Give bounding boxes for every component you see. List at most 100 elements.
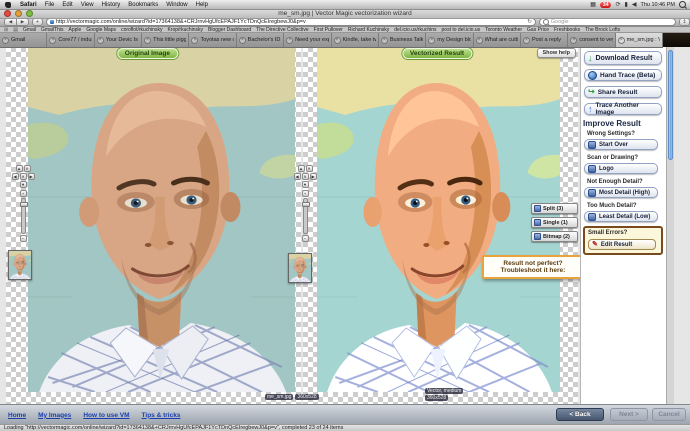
bookmark-gas-price[interactable]: Gas Price — [527, 27, 549, 32]
most-detail-button[interactable]: Most Detail (High) — [584, 187, 658, 198]
reload-icon[interactable]: ↻ — [527, 19, 532, 25]
split-view-button[interactable]: Split (3) — [531, 203, 578, 214]
battery-icon[interactable]: ▮ — [625, 1, 628, 8]
pan-left-button[interactable]: ◀ — [293, 173, 301, 180]
tab-core77-indust[interactable]: ×Core77 / indust... — [47, 33, 95, 47]
pan-down-button[interactable]: ▼ — [301, 181, 309, 188]
footer-link-home[interactable]: Home — [8, 412, 26, 419]
tab-business-talk[interactable]: × Business Talk — [378, 33, 427, 47]
tab-me-sm-jpg-vec[interactable]: ×me_sm.jpg : Vec... — [615, 33, 664, 47]
pan-center-button[interactable]: ✕ — [301, 173, 309, 180]
tab-close-icon[interactable]: × — [570, 36, 578, 44]
tab-gmail[interactable]: × Gmail — [0, 33, 48, 47]
bookmark-toronto-weather[interactable]: Toronto Weather — [485, 27, 522, 32]
mail-badge[interactable]: 34 — [599, 1, 612, 8]
page-action-button[interactable]: ↥ — [679, 17, 690, 27]
pan-right-button[interactable]: ▶ — [27, 173, 35, 180]
show-help-button[interactable]: Show help — [536, 48, 576, 58]
bookmark-del-icio-us-rkuchins[interactable]: del.icio.us/rkuchins — [394, 27, 436, 32]
tab-your-devic-is-it[interactable]: ×Your Devic Is it... — [94, 33, 143, 47]
tab-close-icon[interactable]: × — [380, 36, 388, 44]
bookmark-first-pullover[interactable]: First Pullover — [314, 27, 343, 32]
pan-reset-button[interactable]: ✕ — [305, 165, 313, 172]
sync-icon[interactable]: ⟳ — [615, 1, 620, 8]
forward-button[interactable]: ▶ — [17, 17, 29, 27]
bookmark-gmail[interactable]: Gmail — [23, 27, 36, 32]
menu-item-safari[interactable]: Safari — [16, 2, 41, 8]
menu-item-view[interactable]: View — [77, 2, 98, 8]
tab-close-icon[interactable]: × — [96, 36, 104, 44]
menu-clock[interactable]: Thu 10:46 PM — [640, 2, 675, 8]
footer-link-tips-tricks[interactable]: Tips & tricks — [142, 412, 181, 419]
tab-close-icon[interactable]: × — [144, 36, 152, 44]
zoom-out-button[interactable]: − — [19, 235, 27, 242]
tab-my-design-blog[interactable]: ×my Design blog... — [426, 33, 474, 47]
bookmark-blogger-dashboard[interactable]: Blogger Dashboard — [208, 27, 251, 32]
tab-consent-to-veyta[interactable]: ×consent to veyta... — [568, 33, 616, 47]
bookmark-krop-rkuchinsky[interactable]: Krop/rkuchinsky — [167, 27, 203, 32]
zoom-out-button[interactable]: − — [301, 235, 309, 242]
vectorized-image[interactable] — [317, 47, 560, 392]
single-view-button[interactable]: Single (1) — [531, 217, 578, 228]
tab-need-your-expe[interactable]: ×Need your expe... — [284, 33, 332, 47]
pan-reset-button[interactable]: ✕ — [23, 165, 31, 172]
zoom-slider[interactable] — [19, 198, 28, 234]
volume-icon[interactable]: ◀ — [632, 1, 637, 8]
search-input[interactable]: Google — [538, 17, 677, 27]
footer-link-my-images[interactable]: My Images — [38, 412, 71, 419]
bookmark-the-directive-collective[interactable]: The Directive Collective — [256, 27, 309, 32]
overview-thumbnail-vectorized[interactable] — [288, 253, 312, 283]
pan-center-button[interactable]: ✕ — [19, 173, 27, 180]
tab-close-icon[interactable]: × — [475, 36, 483, 44]
tab-close-icon[interactable]: × — [522, 36, 530, 44]
tab-close-icon[interactable]: × — [286, 36, 294, 44]
spotlight-icon[interactable] — [679, 1, 686, 8]
tab-what-are-cuttin[interactable]: ×What are cuttin... — [473, 33, 521, 47]
zoom-slider-thumb[interactable] — [19, 202, 28, 207]
tab-close-icon[interactable]: × — [191, 36, 199, 44]
zoom-slider-thumb[interactable] — [301, 202, 310, 207]
share-result-button[interactable]: ↪ Share Result — [584, 86, 662, 98]
tab-post-a-reply[interactable]: × Post a reply — [520, 33, 569, 47]
tab-this-little-piggy[interactable]: ×This little piggy... — [142, 33, 190, 47]
bookmarks-grid-icon[interactable]: ⊞ — [4, 27, 8, 32]
bookmark-post-to-del-icio-us[interactable]: post to del.icio.us — [442, 27, 481, 32]
logo-button[interactable]: Logo — [584, 163, 658, 174]
edit-result-button[interactable]: ✎ Edit Result — [588, 239, 656, 250]
bookmark-apple[interactable]: Apple — [69, 27, 82, 32]
menu-item-window[interactable]: Window — [162, 2, 191, 8]
footer-link-how-to-use-vm[interactable]: How to use VM — [83, 412, 129, 419]
back-step-button[interactable]: < Back — [556, 408, 604, 421]
bookmark-the-brock-lofts[interactable]: The Brock Lofts — [585, 27, 620, 32]
menu-item-help[interactable]: Help — [192, 2, 212, 8]
new-tab-button[interactable]: + — [32, 17, 43, 27]
original-image[interactable] — [28, 47, 295, 392]
least-detail-button[interactable]: Least Detail (Low) — [584, 211, 658, 222]
tab-kindle-take-two[interactable]: ×Kindle, take two — [331, 33, 379, 47]
pan-up-button[interactable]: ▲ — [15, 165, 23, 172]
overview-thumbnail-original[interactable] — [8, 250, 32, 280]
bookmarks-folder-icon[interactable]: ▤ — [13, 27, 18, 32]
scrollbar-thumb[interactable] — [668, 50, 673, 160]
menu-item-bookmarks[interactable]: Bookmarks — [124, 2, 162, 8]
tab-close-icon[interactable]: × — [333, 36, 341, 44]
trace-another-image-button[interactable]: ↑ Trace Another Image — [584, 102, 662, 116]
tab-close-icon[interactable]: × — [2, 36, 9, 44]
back-button[interactable]: ◀ — [4, 17, 17, 27]
displays-icon[interactable]: ▦ — [590, 1, 596, 8]
menu-item-edit[interactable]: Edit — [58, 2, 76, 8]
zoom-slider[interactable] — [301, 198, 310, 234]
menu-item-history[interactable]: History — [98, 2, 125, 8]
tab-close-icon[interactable]: × — [238, 36, 246, 44]
pan-up-button[interactable]: ▲ — [297, 165, 305, 172]
tab-close-icon[interactable]: × — [428, 36, 436, 44]
download-result-button[interactable]: ↓ Download Result — [584, 51, 662, 65]
tab-close-icon[interactable]: × — [617, 36, 625, 44]
bitmap-view-button[interactable]: Bitmap (2) — [531, 231, 578, 242]
hand-trace-button[interactable]: Hand Trace (Beta) — [584, 69, 662, 81]
pan-right-button[interactable]: ▶ — [309, 173, 317, 180]
tab-bachelor-s-id-in[interactable]: ×Bachelor's ID in... — [236, 33, 285, 47]
tab-close-icon[interactable]: × — [49, 36, 57, 44]
bookmark-google-maps[interactable]: Google Maps — [86, 27, 116, 32]
bookmark-freshbooks[interactable]: Freshbooks — [554, 27, 580, 32]
